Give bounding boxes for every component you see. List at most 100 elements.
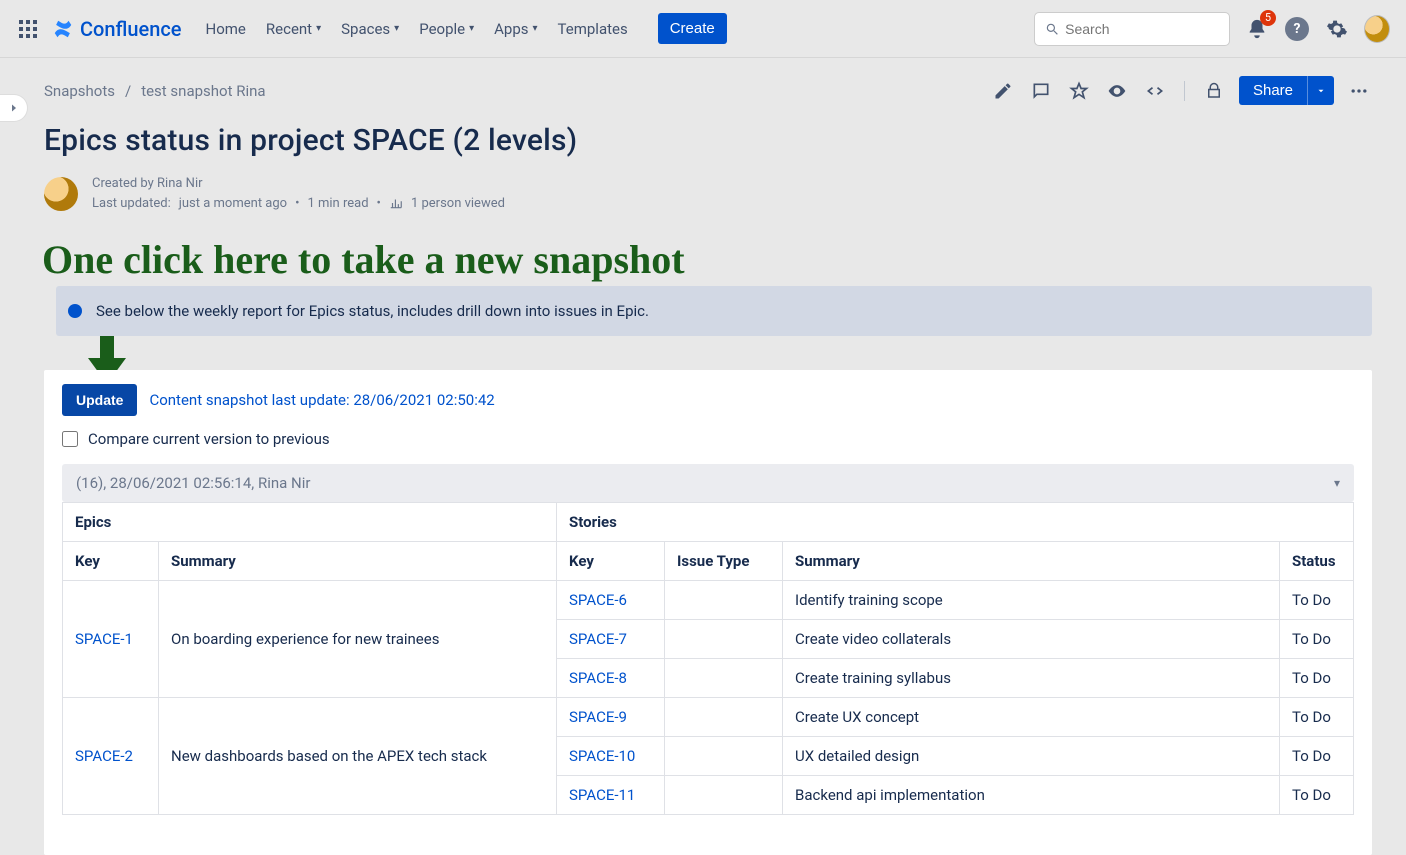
compare-checkbox[interactable]: [62, 431, 78, 447]
search-box[interactable]: [1034, 12, 1230, 46]
nav-home[interactable]: Home: [206, 20, 246, 38]
search-icon: [1045, 21, 1059, 37]
issue-type-cell: [665, 737, 783, 776]
chevron-down-icon: [1316, 86, 1326, 96]
col-story-key: Key: [557, 542, 665, 581]
create-button[interactable]: Create: [658, 13, 727, 44]
col-group-stories: Stories: [557, 503, 1354, 542]
created-by-label: Created by: [92, 176, 154, 191]
story-summary-cell: Create UX concept: [783, 698, 1280, 737]
page-actions: Share: [990, 76, 1372, 105]
more-actions-icon[interactable]: [1346, 78, 1372, 104]
viewers-count[interactable]: 1 person viewed: [411, 194, 505, 214]
share-dropdown-button[interactable]: [1307, 76, 1334, 105]
edit-icon[interactable]: [990, 78, 1016, 104]
story-summary-cell: UX detailed design: [783, 737, 1280, 776]
info-icon: [68, 304, 82, 318]
breadcrumb-page[interactable]: test snapshot Rina: [141, 82, 265, 100]
issue-type-cell: [665, 776, 783, 815]
chevron-down-icon: ▾: [469, 23, 474, 34]
issue-type-cell: [665, 581, 783, 620]
app-switcher-icon[interactable]: [16, 17, 40, 41]
story-key-link[interactable]: SPACE-10: [569, 747, 635, 765]
issue-type-cell: [665, 659, 783, 698]
status-cell: To Do: [1280, 620, 1354, 659]
comment-icon[interactable]: [1028, 78, 1054, 104]
table-row: SPACE-2New dashboards based on the APEX …: [63, 698, 1354, 737]
chevron-down-icon: ▾: [316, 23, 321, 34]
product-name: Confluence: [80, 17, 182, 41]
update-button[interactable]: Update: [62, 384, 137, 416]
page-content: Snapshots / test snapshot Rina Share Epi…: [44, 76, 1372, 217]
epic-key-link[interactable]: SPACE-1: [75, 630, 133, 648]
status-cell: To Do: [1280, 776, 1354, 815]
watch-icon[interactable]: [1104, 78, 1130, 104]
nav-spaces[interactable]: Spaces▾: [341, 20, 399, 38]
report-table: Epics Stories Key Summary Key Issue Type…: [62, 502, 1354, 815]
info-panel: See below the weekly report for Epics st…: [56, 286, 1372, 336]
story-key-link[interactable]: SPACE-6: [569, 591, 627, 609]
nav-apps[interactable]: Apps▾: [494, 20, 537, 38]
nav-people[interactable]: People▾: [419, 20, 474, 38]
confluence-icon: [52, 18, 74, 40]
col-epic-summary: Summary: [159, 542, 557, 581]
top-bar: Confluence Home Recent▾ Spaces▾ People▾ …: [0, 0, 1406, 58]
primary-nav: Home Recent▾ Spaces▾ People▾ Apps▾ Templ…: [206, 13, 727, 44]
snapshot-last-update[interactable]: Content snapshot last update: 28/06/2021…: [149, 391, 494, 409]
read-time: 1 min read: [307, 194, 368, 214]
issue-type-cell: [665, 620, 783, 659]
chevron-down-icon: ▾: [394, 23, 399, 34]
byline-text: Created by Rina Nir Last updated: just a…: [92, 174, 505, 213]
compare-row: Compare current version to previous: [44, 416, 1372, 462]
breadcrumb-space[interactable]: Snapshots: [44, 82, 115, 100]
sidebar-expand-button[interactable]: [0, 94, 28, 122]
nav-templates[interactable]: Templates: [558, 20, 628, 38]
version-selector[interactable]: (16), 28/06/2021 02:56:14, Rina Nir ▾: [62, 464, 1354, 502]
source-icon[interactable]: [1142, 78, 1168, 104]
col-story-summary: Summary: [783, 542, 1280, 581]
annotation-text: One click here to take a new snapshot: [42, 238, 685, 282]
breadcrumb-separator: /: [125, 82, 131, 100]
top-right-icons: 5 ?: [1244, 16, 1390, 42]
search-input[interactable]: [1065, 21, 1219, 37]
help-icon[interactable]: ?: [1284, 16, 1310, 42]
share-group: Share: [1239, 76, 1334, 105]
col-epic-key: Key: [63, 542, 159, 581]
confluence-logo[interactable]: Confluence: [52, 17, 182, 41]
story-key-link[interactable]: SPACE-8: [569, 669, 627, 687]
last-updated-value[interactable]: just a moment ago: [179, 194, 287, 214]
snapshot-panel: Update Content snapshot last update: 28/…: [44, 370, 1372, 855]
table-row: SPACE-1On boarding experience for new tr…: [63, 581, 1354, 620]
story-summary-cell: Identify training scope: [783, 581, 1280, 620]
epic-key-link[interactable]: SPACE-2: [75, 747, 133, 765]
story-key-link[interactable]: SPACE-9: [569, 708, 627, 726]
notifications-icon[interactable]: 5: [1244, 16, 1270, 42]
page-title: Epics status in project SPACE (2 levels): [44, 123, 1372, 158]
header-row: Snapshots / test snapshot Rina Share: [44, 76, 1372, 105]
story-key-link[interactable]: SPACE-11: [569, 786, 635, 804]
info-panel-text: See below the weekly report for Epics st…: [96, 302, 649, 320]
restrictions-icon[interactable]: [1201, 78, 1227, 104]
story-summary-cell: Backend api implementation: [783, 776, 1280, 815]
story-key-link[interactable]: SPACE-7: [569, 630, 627, 648]
share-button[interactable]: Share: [1239, 76, 1307, 105]
chevron-right-icon: [8, 102, 20, 114]
divider: [1184, 81, 1185, 101]
settings-icon[interactable]: [1324, 16, 1350, 42]
chevron-down-icon: ▾: [533, 23, 538, 34]
analytics-icon: [389, 196, 403, 210]
last-updated-label: Last updated:: [92, 194, 171, 214]
breadcrumb: Snapshots / test snapshot Rina: [44, 82, 266, 100]
avatar: [1364, 15, 1390, 43]
author-avatar[interactable]: [44, 177, 78, 211]
author-name[interactable]: Rina Nir: [157, 176, 203, 191]
chevron-down-icon: ▾: [1334, 476, 1340, 490]
compare-label[interactable]: Compare current version to previous: [88, 430, 330, 448]
status-cell: To Do: [1280, 737, 1354, 776]
col-status: Status: [1280, 542, 1354, 581]
story-summary-cell: Create video collaterals: [783, 620, 1280, 659]
star-icon[interactable]: [1066, 78, 1092, 104]
status-cell: To Do: [1280, 698, 1354, 737]
nav-recent[interactable]: Recent▾: [266, 20, 321, 38]
profile-avatar[interactable]: [1364, 16, 1390, 42]
